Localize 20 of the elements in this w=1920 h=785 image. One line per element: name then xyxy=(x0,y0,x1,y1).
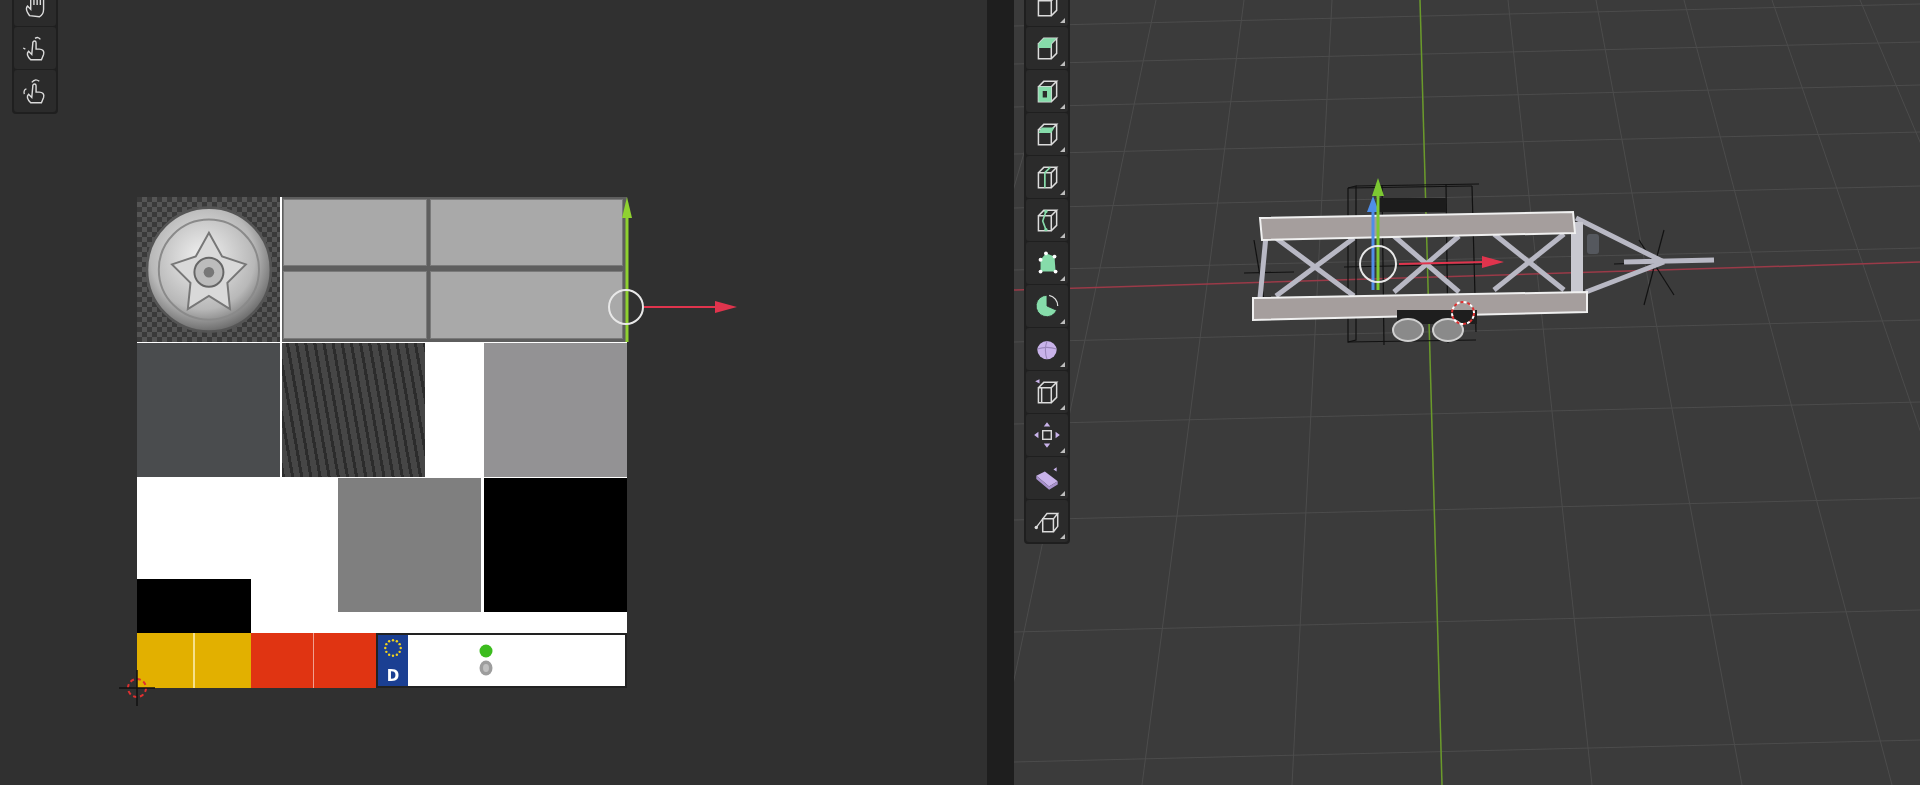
tool-button[interactable] xyxy=(1026,199,1068,241)
tool-button[interactable] xyxy=(1026,328,1068,370)
tool-button[interactable] xyxy=(1026,371,1068,413)
seal-stickers-drawing xyxy=(478,643,495,678)
tool-button[interactable] xyxy=(1026,414,1068,456)
tool-button[interactable] xyxy=(1026,27,1068,69)
tool-button[interactable] xyxy=(1026,500,1068,542)
tool-button[interactable] xyxy=(1026,156,1068,198)
2d-cursor-icon xyxy=(117,668,157,708)
tool-button[interactable] xyxy=(14,27,56,69)
tool-button[interactable] xyxy=(1026,113,1068,155)
tool-button[interactable] xyxy=(1026,457,1068,499)
shrink-icon xyxy=(1032,420,1062,450)
tool-button[interactable] xyxy=(1026,285,1068,327)
3d-cursor-icon xyxy=(1451,301,1475,325)
stars-ring-icon xyxy=(381,636,404,659)
tool-button[interactable] xyxy=(14,70,56,112)
country-letter: D xyxy=(386,668,400,685)
tool-button[interactable] xyxy=(1026,70,1068,112)
tool-button[interactable] xyxy=(1026,242,1068,284)
